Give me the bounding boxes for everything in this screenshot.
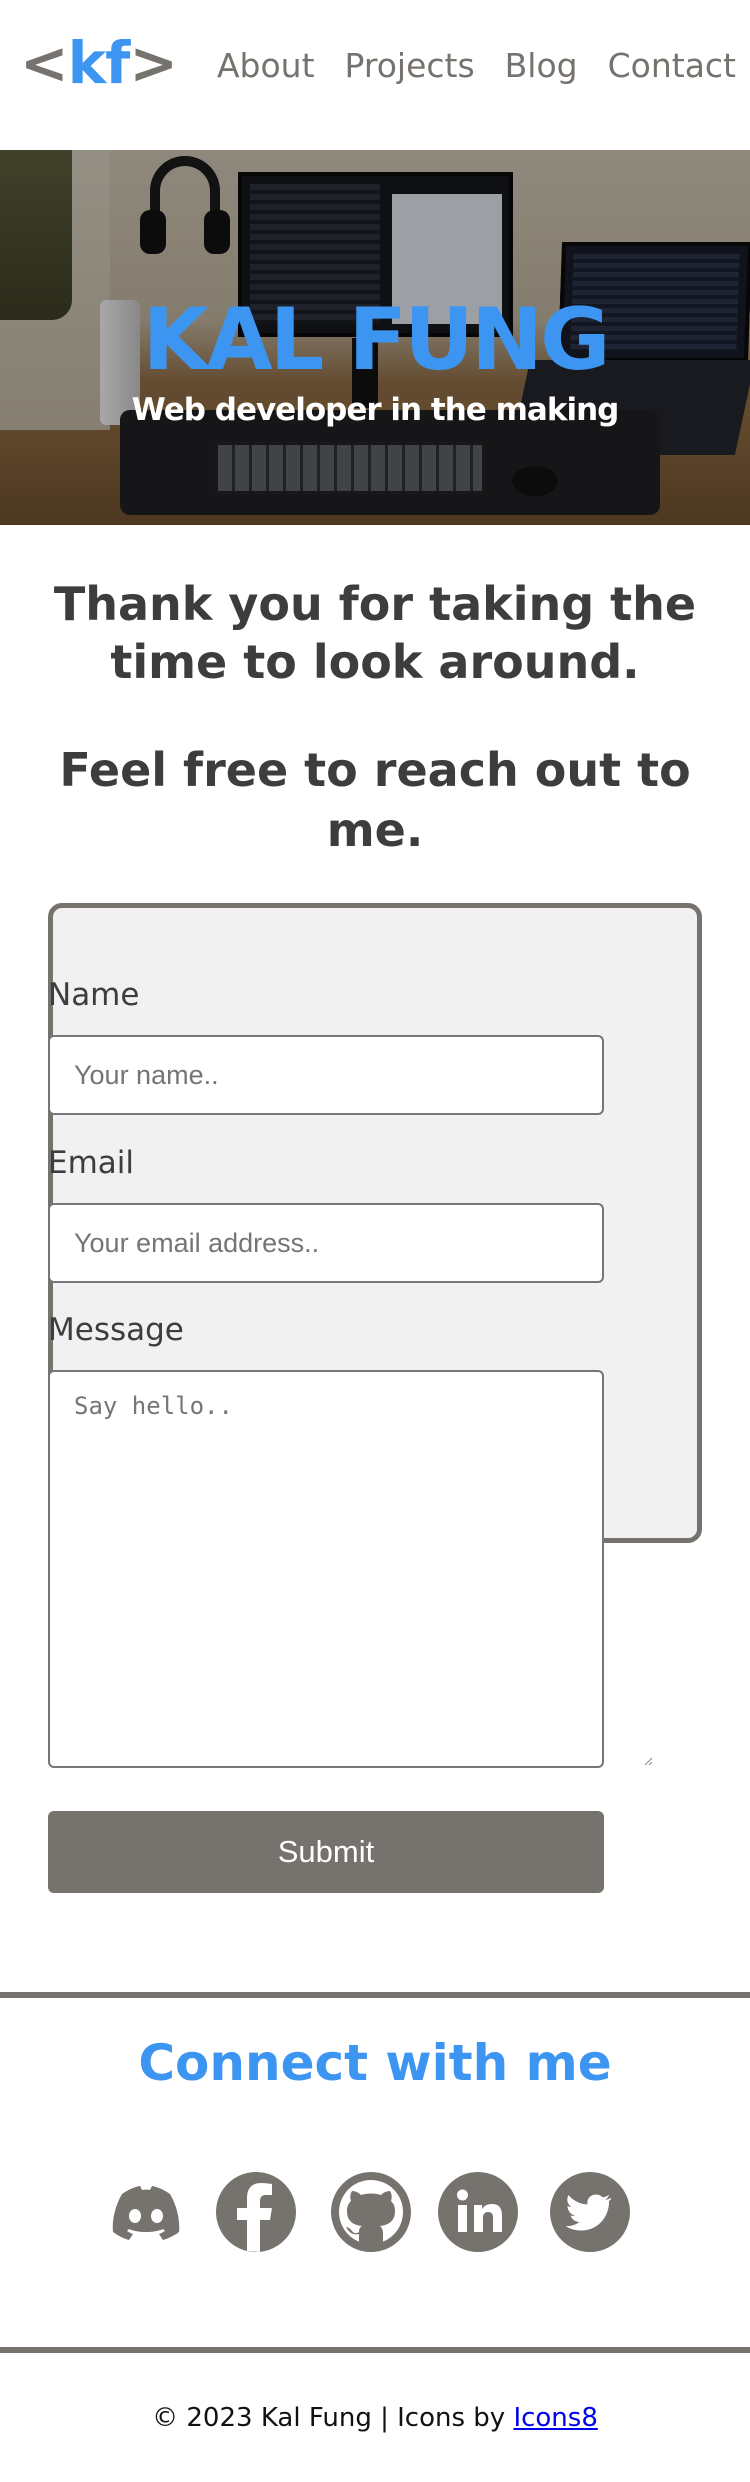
- logo-open-bracket: <: [20, 29, 69, 97]
- nav-link-about[interactable]: About: [217, 44, 315, 88]
- icons8-link[interactable]: Icons8: [513, 2403, 597, 2433]
- connect-heading: Connect with me: [138, 2034, 612, 2092]
- facebook-icon[interactable]: [214, 2170, 298, 2254]
- site-header: <kf> About Projects Blog Contact: [0, 0, 750, 150]
- message-textarea[interactable]: [48, 1370, 604, 1768]
- name-label: Name: [48, 977, 140, 1013]
- github-icon[interactable]: [329, 2170, 413, 2254]
- nav-link-projects[interactable]: Projects: [345, 44, 475, 88]
- nav-link-contact[interactable]: Contact: [608, 44, 736, 88]
- linkedin-icon[interactable]: [436, 2170, 520, 2254]
- section-divider-bottom: [0, 2347, 750, 2353]
- main-nav: About Projects Blog Contact: [187, 44, 736, 88]
- site-footer: © 2023 Kal Fung | Icons by Icons8: [0, 2400, 750, 2436]
- nav-link-blog[interactable]: Blog: [505, 44, 578, 88]
- submit-button[interactable]: Submit: [48, 1811, 604, 1893]
- resize-grip-icon[interactable]: [643, 1756, 653, 1766]
- footer-text: © 2023 Kal Fung | Icons by: [152, 2403, 514, 2433]
- name-input[interactable]: [48, 1035, 604, 1115]
- email-input[interactable]: [48, 1203, 604, 1283]
- thank-you-heading: Thank you for taking the time to look ar…: [53, 577, 697, 689]
- reach-out-heading: Feel free to reach out to me.: [59, 743, 691, 857]
- hero-title: KAL FUNG: [142, 290, 610, 390]
- discord-icon[interactable]: [104, 2170, 188, 2254]
- logo-initials: kf: [67, 29, 131, 97]
- message-label: Message: [48, 1312, 184, 1348]
- logo-close-bracket: >: [129, 29, 178, 97]
- twitter-icon[interactable]: [548, 2170, 632, 2254]
- email-label: Email: [48, 1145, 135, 1181]
- hero-subtitle: Web developer in the making: [131, 392, 620, 428]
- section-divider-top: [0, 1992, 750, 1998]
- site-logo[interactable]: <kf>: [20, 24, 178, 102]
